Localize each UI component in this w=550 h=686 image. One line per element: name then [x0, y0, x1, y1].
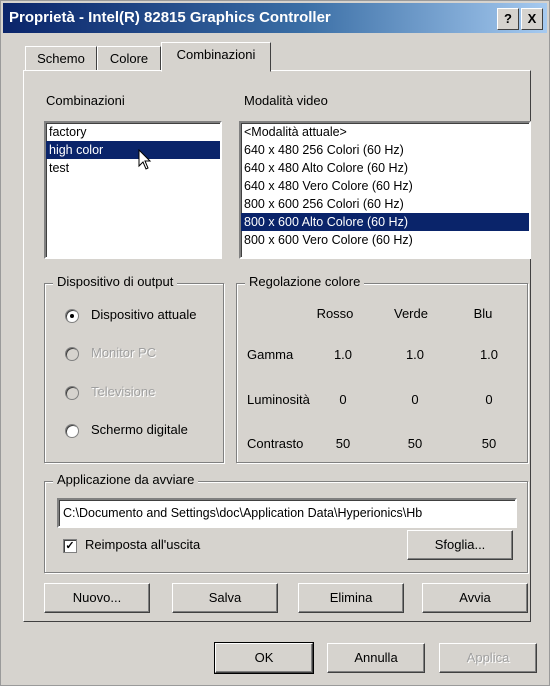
contrast-green[interactable]: 50 — [385, 436, 445, 451]
list-item[interactable]: test — [46, 159, 220, 177]
title-bar[interactable]: Proprietà - Intel(R) 82815 Graphics Cont… — [3, 3, 547, 33]
radio-current-device-label: Dispositivo attuale — [91, 307, 197, 322]
contrast-red[interactable]: 50 — [313, 436, 373, 451]
radio-television-label: Televisione — [91, 384, 156, 399]
gamma-red[interactable]: 1.0 — [313, 347, 373, 362]
radio-monitor-pc-label: Monitor PC — [91, 345, 157, 360]
reset-checkbox-label: Reimposta all'uscita — [85, 537, 201, 552]
row-brightness-label: Luminosità — [247, 392, 310, 407]
ok-button[interactable]: OK — [214, 642, 314, 674]
video-modes-label: Modalità video — [244, 93, 328, 108]
start-button[interactable]: Avvia — [422, 583, 528, 613]
cancel-button[interactable]: Annulla — [327, 643, 425, 673]
list-item[interactable]: 800 x 600 256 Colori (60 Hz) — [241, 195, 529, 213]
list-item[interactable]: 640 x 480 Alto Colore (60 Hz) — [241, 159, 529, 177]
list-item[interactable]: 800 x 600 Alto Colore (60 Hz) — [241, 213, 529, 231]
color-adjust-group: Regolazione colore Rosso Verde Blu Gamma… — [236, 274, 528, 463]
column-red: Rosso — [316, 306, 354, 321]
column-green: Verde — [394, 306, 428, 321]
video-modes-list[interactable]: <Modalità attuale> 640 x 480 256 Colori … — [239, 121, 531, 259]
list-item[interactable]: 800 x 600 Vero Colore (60 Hz) — [241, 231, 529, 249]
radio-monitor-pc — [65, 347, 79, 361]
gamma-green[interactable]: 1.0 — [385, 347, 445, 362]
app-path-input[interactable]: C:\Documento and Settings\doc\Applicatio… — [57, 498, 517, 528]
window-title: Proprietà - Intel(R) 82815 Graphics Cont… — [9, 9, 331, 26]
combinations-label: Combinazioni — [46, 93, 125, 108]
brightness-red[interactable]: 0 — [313, 392, 373, 407]
column-blue: Blu — [473, 306, 493, 321]
reset-checkbox[interactable]: ✓ — [63, 539, 77, 553]
row-contrast-label: Contrasto — [247, 436, 304, 451]
list-item[interactable]: 640 x 480 256 Colori (60 Hz) — [241, 141, 529, 159]
brightness-green[interactable]: 0 — [385, 392, 445, 407]
radio-current-device[interactable] — [65, 309, 79, 323]
list-item[interactable]: <Modalità attuale> — [241, 123, 529, 141]
close-button[interactable]: X — [521, 8, 543, 30]
tab-colore[interactable]: Colore — [97, 46, 161, 72]
radio-digital-screen-label: Schermo digitale — [91, 422, 188, 437]
app-launch-label: Applicazione da avviare — [53, 472, 199, 487]
gamma-blue[interactable]: 1.0 — [459, 347, 519, 362]
combinations-list[interactable]: factory high color test — [44, 121, 222, 259]
list-item[interactable]: high color — [46, 141, 220, 159]
radio-dot — [70, 314, 74, 318]
brightness-blue[interactable]: 0 — [459, 392, 519, 407]
save-button[interactable]: Salva — [172, 583, 278, 613]
list-item[interactable]: 640 x 480 Vero Colore (60 Hz) — [241, 177, 529, 195]
row-gamma-label: Gamma — [247, 347, 294, 362]
delete-button[interactable]: Elimina — [298, 583, 404, 613]
radio-television — [65, 386, 79, 400]
tab-schemo[interactable]: Schemo — [25, 46, 97, 72]
properties-window: Proprietà - Intel(R) 82815 Graphics Cont… — [0, 0, 550, 686]
output-device-label: Dispositivo di output — [53, 274, 178, 289]
mouse-cursor-icon — [138, 149, 152, 170]
list-item[interactable]: factory — [46, 123, 220, 141]
help-button[interactable]: ? — [497, 8, 519, 30]
color-adjust-label: Regolazione colore — [245, 274, 365, 289]
contrast-blue[interactable]: 50 — [459, 436, 519, 451]
apply-button: Applica — [439, 643, 537, 673]
tab-panel: Combinazioni factory high color test Mod… — [23, 70, 531, 622]
tab-combinazioni[interactable]: Combinazioni — [161, 42, 271, 72]
app-launch-group: Applicazione da avviare C:\Documento and… — [44, 472, 528, 573]
output-device-group: Dispositivo di output Dispositivo attual… — [44, 274, 224, 463]
browse-button[interactable]: Sfoglia... — [407, 530, 513, 560]
radio-digital-screen[interactable] — [65, 424, 79, 438]
new-button[interactable]: Nuovo... — [44, 583, 150, 613]
